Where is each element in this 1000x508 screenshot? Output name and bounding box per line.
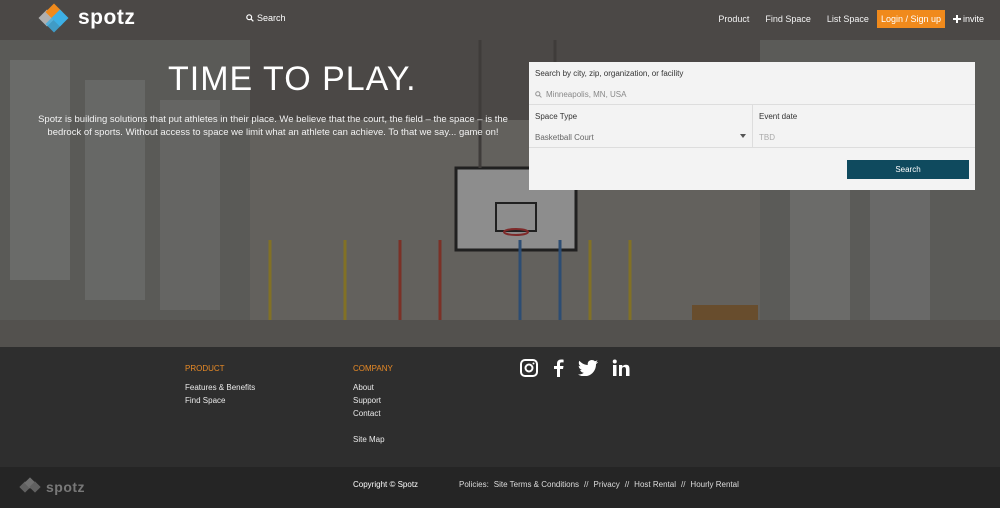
footer: PRODUCT Features & Benefits Find Space C… xyxy=(0,347,1000,467)
location-label: Search by city, zip, organization, or fa… xyxy=(535,69,684,78)
policy-link-host-rental[interactable]: Host Rental xyxy=(634,480,676,489)
space-type-value: Basketball Court xyxy=(535,133,594,142)
nav-search-link[interactable]: Search xyxy=(246,13,286,23)
policy-separator: // xyxy=(624,480,630,489)
invite-label: invite xyxy=(962,14,984,24)
hero-section: spotz Search Product Find Space List Spa… xyxy=(0,0,1000,347)
location-placeholder: Minneapolis, MN, USA xyxy=(546,90,627,99)
footer-product-heading: PRODUCT xyxy=(185,364,225,373)
twitter-icon[interactable] xyxy=(578,360,598,376)
nav-link-product[interactable]: Product xyxy=(718,14,749,24)
copyright-text: Copyright © Spotz xyxy=(353,480,419,489)
event-date-field[interactable]: Event date TBD xyxy=(752,105,975,147)
policy-link-privacy[interactable]: Privacy xyxy=(593,480,619,489)
footer-link-features[interactable]: Features & Benefits xyxy=(185,381,255,394)
policies-label: Policies: xyxy=(459,480,489,489)
hero-title: TIME TO PLAY. xyxy=(168,60,417,98)
linkedin-icon[interactable] xyxy=(612,359,630,377)
nav-link-find-space[interactable]: Find Space xyxy=(765,14,811,24)
policy-link-site-terms[interactable]: Site Terms & Conditions xyxy=(494,480,579,489)
login-signup-button[interactable]: Login / Sign up xyxy=(876,10,945,28)
nav-search-label: Search xyxy=(257,13,286,23)
search-icon xyxy=(535,91,542,98)
footer-link-about[interactable]: About xyxy=(353,381,393,394)
space-search-form: Search by city, zip, organization, or fa… xyxy=(529,62,975,190)
footer-link-find-space[interactable]: Find Space xyxy=(185,394,255,407)
nav-links: Product Find Space List Space Login / Si… xyxy=(718,10,984,28)
logo[interactable]: spotz xyxy=(38,3,136,33)
plus-icon xyxy=(952,15,961,23)
instagram-icon[interactable] xyxy=(520,359,538,377)
facebook-icon[interactable] xyxy=(552,359,564,377)
policy-separator: // xyxy=(680,480,686,489)
space-type-label: Space Type xyxy=(535,112,578,121)
invite-link[interactable]: invite xyxy=(952,14,984,24)
footer-link-site-map[interactable]: Site Map xyxy=(353,433,393,446)
logo-mark-icon xyxy=(38,3,72,33)
policy-links: Policies: Site Terms & Conditions // Pri… xyxy=(459,480,739,489)
event-date-input[interactable]: TBD xyxy=(759,133,969,142)
top-navigation: spotz Search Product Find Space List Spa… xyxy=(0,0,1000,36)
logo-mark-icon xyxy=(19,477,42,495)
bottom-bar: spotz Copyright © Spotz Policies: Site T… xyxy=(0,467,1000,508)
footer-link-contact[interactable]: Contact xyxy=(353,407,393,420)
policy-separator: // xyxy=(584,480,589,489)
footer-product-column: PRODUCT Features & Benefits Find Space xyxy=(185,364,255,407)
chevron-down-icon xyxy=(740,134,746,138)
location-field[interactable]: Search by city, zip, organization, or fa… xyxy=(529,62,975,105)
footer-company-heading: COMPANY xyxy=(353,364,393,373)
event-date-label: Event date xyxy=(759,112,798,121)
search-icon xyxy=(246,14,254,22)
footer-logo[interactable]: spotz xyxy=(19,477,86,495)
location-input[interactable]: Minneapolis, MN, USA xyxy=(535,90,969,99)
footer-company-column: COMPANY About Support Contact Site Map xyxy=(353,364,393,446)
social-links xyxy=(520,359,630,377)
search-button[interactable]: Search xyxy=(847,160,969,179)
space-type-select[interactable]: Space Type Basketball Court xyxy=(529,105,752,147)
nav-link-list-space[interactable]: List Space xyxy=(827,14,869,24)
policy-link-hourly-rental[interactable]: Hourly Rental xyxy=(690,480,738,489)
footer-logo-text: spotz xyxy=(46,479,86,495)
hero-description: Spotz is building solutions that put ath… xyxy=(38,114,508,138)
logo-text: spotz xyxy=(78,6,136,29)
footer-link-support[interactable]: Support xyxy=(353,394,393,407)
search-options-row: Space Type Basketball Court Event date T… xyxy=(529,105,975,148)
